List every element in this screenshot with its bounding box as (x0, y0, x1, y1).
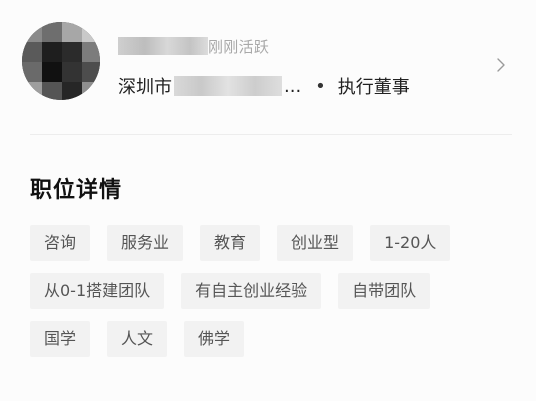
tag: 1-20人 (370, 225, 451, 261)
avatar[interactable] (22, 22, 100, 100)
avatar-pixel (82, 82, 100, 100)
separator-dot: • (315, 75, 326, 97)
section-divider (30, 134, 512, 135)
tag: 自带团队 (338, 273, 431, 309)
tag: 从0-1搭建团队 (30, 273, 165, 309)
avatar-pixel (22, 22, 42, 42)
avatar-pixel (82, 62, 100, 82)
job-detail-heading: 职位详情 (30, 178, 123, 203)
company-ellipsis: ... (284, 75, 302, 97)
tag: 创业型 (277, 225, 354, 261)
tag: 佛学 (184, 321, 245, 357)
avatar-pixel (22, 82, 42, 100)
tag: 人文 (107, 321, 168, 357)
avatar-pixel (42, 22, 62, 42)
avatar-pixel (22, 42, 42, 62)
job-detail-page: 刚刚活跃 深圳市 ... • 执行董事 职位详情 咨询 服务业 教育 创业型 1… (0, 0, 536, 401)
active-status: 刚刚活跃 (208, 37, 270, 56)
tag-row: 从0-1搭建团队 有自主创业经验 自带团队 (30, 273, 510, 309)
redacted-name (118, 37, 208, 55)
tag: 服务业 (107, 225, 184, 261)
tag: 有自主创业经验 (181, 273, 322, 309)
company-prefix: 深圳市 (118, 77, 172, 98)
tag: 咨询 (30, 225, 91, 261)
redacted-company (174, 76, 282, 96)
avatar-pixel (62, 62, 82, 82)
avatar-pixel (62, 22, 82, 42)
recruiter-company-row: 深圳市 ... • 执行董事 (118, 72, 410, 100)
recruiter-title: 执行董事 (337, 77, 410, 98)
avatar-pixel (42, 42, 62, 62)
tag-row: 咨询 服务业 教育 创业型 1-20人 (30, 225, 510, 261)
avatar-pixel (42, 62, 62, 82)
tag-row: 国学 人文 佛学 (30, 321, 510, 357)
recruiter-card[interactable]: 刚刚活跃 深圳市 ... • 执行董事 (0, 0, 536, 134)
tag: 教育 (200, 225, 261, 261)
tag: 国学 (30, 321, 91, 357)
job-tags: 咨询 服务业 教育 创业型 1-20人 从0-1搭建团队 有自主创业经验 自带团… (30, 225, 510, 369)
recruiter-name-row: 刚刚活跃 (118, 34, 269, 58)
chevron-right-icon[interactable] (494, 58, 508, 72)
avatar-pixel (82, 22, 100, 42)
avatar-pixel (42, 82, 62, 100)
avatar-pixel (82, 42, 100, 62)
avatar-pixel (62, 82, 82, 100)
avatar-pixel (62, 42, 82, 62)
avatar-pixel (22, 62, 42, 82)
